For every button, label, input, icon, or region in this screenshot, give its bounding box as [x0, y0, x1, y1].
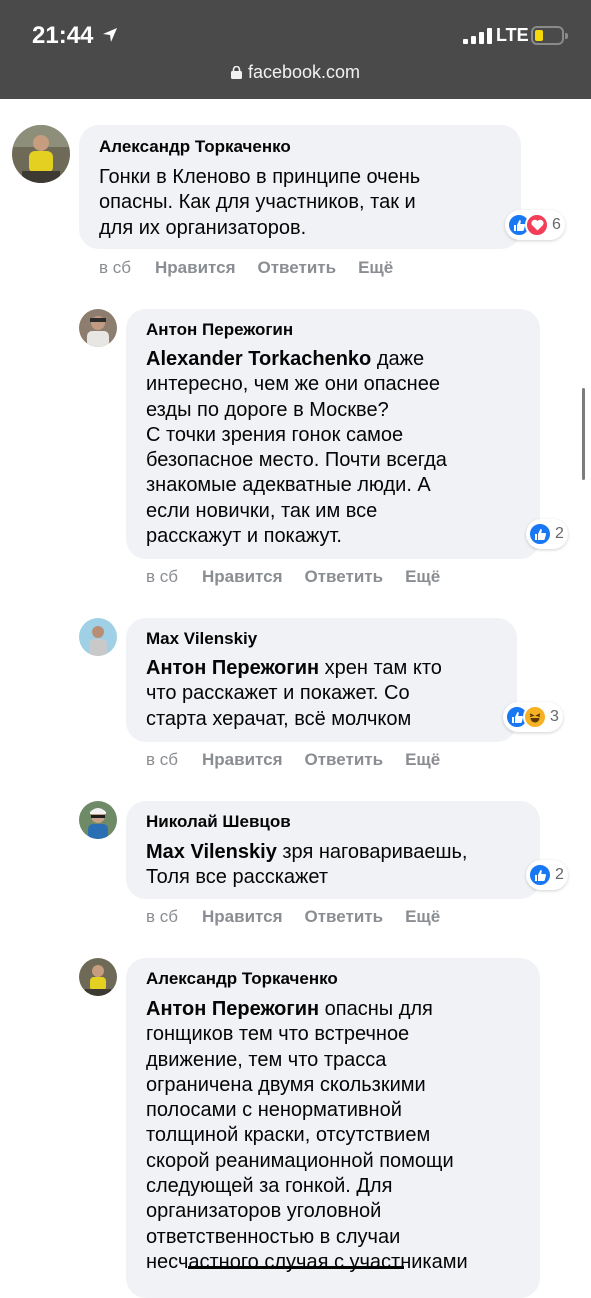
mention-link[interactable]: Антон Пережогин [146, 998, 319, 1020]
more-button[interactable]: Ещё [405, 750, 440, 770]
comment-line: знакомые адекватные люди. А [146, 474, 431, 497]
clock: 21:44 [32, 22, 94, 49]
like-button[interactable]: Нравится [155, 258, 236, 278]
comment-line: Толя все расскажет [146, 866, 329, 889]
more-button[interactable]: Ещё [405, 907, 440, 927]
comment-text: Антон Пережогин хрен там кто что расскаж… [146, 656, 442, 732]
reaction-count: 6 [552, 216, 561, 233]
reply-button[interactable]: Ответить [258, 258, 337, 278]
comment-line: что расскажет и покажет. Со [146, 682, 410, 705]
more-button[interactable]: Ещё [358, 258, 393, 278]
reply-button[interactable]: Ответить [305, 907, 384, 927]
avatar[interactable] [12, 125, 70, 183]
like-button[interactable]: Нравится [202, 750, 283, 770]
avatar[interactable] [79, 801, 117, 839]
location-arrow-icon [103, 28, 117, 42]
comment-line: езды по дороге в Москве? [146, 398, 389, 421]
comment-author[interactable]: Николай Шевцов [146, 812, 291, 832]
comment-text: Антон Пережогин опасны для гонщиков тем … [146, 997, 468, 1275]
comment-line: если новички, так им все [146, 499, 378, 522]
mention-link[interactable]: Alexander Torkachenko [146, 348, 371, 370]
comment-author[interactable]: Александр Торкаченко [146, 969, 338, 989]
comment-line: Антон Пережогин хрен там кто [146, 657, 442, 679]
reaction-count: 2 [555, 866, 564, 883]
comment-line: старта херачат, всё молчком [146, 707, 412, 730]
reaction-summary[interactable]: 3 [503, 702, 563, 732]
mention-link[interactable]: Антон Пережогин [146, 657, 319, 679]
comment-timestamp[interactable]: в сб [99, 258, 131, 278]
comment-line: расскажут и покажут. [146, 525, 342, 548]
comment-line: опасны. Как для участников, так и [99, 191, 416, 214]
reaction-summary[interactable]: 2 [526, 860, 568, 890]
comment-timestamp[interactable]: в сб [146, 907, 178, 927]
comment-actions: в сб Нравится Ответить Ещё [99, 258, 415, 278]
comment-timestamp[interactable]: в сб [146, 567, 178, 587]
reaction-summary[interactable]: 2 [526, 519, 568, 549]
comment-line: гонщиков тем что встречное [146, 1023, 410, 1046]
scrollbar[interactable] [582, 388, 585, 480]
comment-line: следующей за гонкой. Для [146, 1175, 393, 1198]
comment-line: безопасное место. Почти всегда [146, 449, 447, 472]
reply-button[interactable]: Ответить [305, 567, 384, 587]
comment-author[interactable]: Александр Торкаченко [99, 137, 291, 157]
signal-bars-icon [463, 28, 493, 44]
comment-actions: в сб Нравится Ответить Ещё [146, 907, 462, 927]
comment-actions: в сб Нравится Ответить Ещё [146, 750, 462, 770]
comment-author[interactable]: Max Vilenskiy [146, 629, 257, 649]
comment-line: Антон Пережогин опасны для [146, 998, 433, 1020]
avatar[interactable] [79, 618, 117, 656]
comment-line: организаторов уголовной [146, 1200, 382, 1223]
comment-text: Max Vilenskiy зря наговариваешь, Толя вс… [146, 840, 467, 891]
comment-line: Гонки в Кленово в принципе очень [99, 166, 421, 188]
avatar[interactable] [79, 309, 117, 347]
scribble-mark [188, 1266, 404, 1269]
comment-line: ответственностью в случаи [146, 1225, 401, 1248]
like-button[interactable]: Нравится [202, 907, 283, 927]
haha-reaction-icon [523, 705, 547, 729]
comment-line: полосами с ненормативной [146, 1099, 402, 1122]
comment-line: Alexander Torkachenko даже [146, 348, 425, 370]
comment-line: Max Vilenskiy зря наговариваешь, [146, 841, 468, 863]
comment-line: несчастного случая с участниками [146, 1250, 468, 1273]
like-reaction-icon [528, 522, 552, 546]
reaction-count: 2 [555, 525, 564, 542]
comment-line: скорой реанимационной помощи [146, 1149, 454, 1172]
like-reaction-icon [528, 863, 552, 887]
comment-line: С точки зрения гонок самое [146, 423, 404, 446]
comment-line: для их организаторов. [99, 216, 307, 239]
lock-icon [230, 66, 242, 79]
reaction-summary[interactable]: 6 [505, 210, 565, 240]
comment-actions: в сб Нравится Ответить Ещё [146, 567, 462, 587]
mention-link[interactable]: Max Vilenskiy [146, 841, 277, 863]
reply-button[interactable]: Ответить [305, 750, 384, 770]
url-text: facebook.com [247, 62, 361, 82]
comment-line: движение, тем что трасса [146, 1048, 387, 1071]
comment-author[interactable]: Антон Пережогин [146, 320, 293, 340]
reaction-count: 3 [550, 708, 559, 725]
comment-text: Гонки в Кленово в принципе очень опасны.… [99, 165, 420, 241]
comment-line: толщиной краски, отсутствием [146, 1124, 431, 1147]
avatar[interactable] [79, 958, 117, 996]
like-button[interactable]: Нравится [202, 567, 283, 587]
comment-line: ограничена двумя скользкими [146, 1073, 426, 1096]
network-type: LTE [496, 25, 529, 45]
battery-icon [531, 26, 568, 45]
comment-text: Alexander Torkachenko даже интересно, че… [146, 347, 447, 549]
love-reaction-icon [525, 213, 549, 237]
more-button[interactable]: Ещё [405, 567, 440, 587]
status-bar: 21:44 LTE facebook.com [0, 0, 591, 99]
comment-timestamp[interactable]: в сб [146, 750, 178, 770]
url-bar[interactable]: facebook.com [0, 62, 591, 83]
comment-line: интересно, чем же они опаснее [146, 373, 440, 396]
